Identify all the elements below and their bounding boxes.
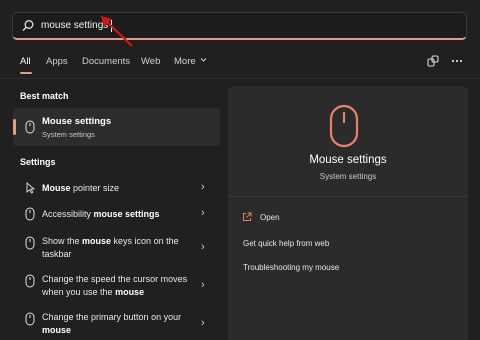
mouse-icon [329, 104, 359, 148]
tab-apps[interactable]: Apps [46, 56, 68, 67]
mouse-icon [25, 207, 35, 221]
result-text: Mouse pointer size [42, 183, 120, 193]
chevron-down-icon [200, 58, 207, 62]
result-text: Change the speed the cursor moves when y… [42, 274, 188, 297]
tab-all[interactable]: All [20, 56, 31, 67]
settings-result-item[interactable]: Mouse pointer size › [13, 180, 220, 198]
preview-subtitle: System settings [319, 172, 377, 181]
chevron-right-icon: › [201, 279, 205, 291]
tab-web[interactable]: Web [141, 56, 160, 67]
tabs-divider [0, 78, 480, 79]
search-box[interactable]: mouse settings [12, 12, 467, 40]
search-panel: mouse settings All Apps Documents Web Mo… [0, 0, 480, 340]
result-text: Show the mouse keys icon on the taskbar [42, 236, 179, 259]
chevron-right-icon: › [201, 241, 205, 253]
preview-divider [228, 196, 468, 197]
settings-result-item[interactable]: Change the speed the cursor moves when y… [13, 271, 220, 301]
section-settings: Settings [20, 157, 56, 167]
annotation-arrow-icon [101, 16, 133, 47]
chevron-right-icon: › [201, 207, 205, 219]
tab-documents[interactable]: Documents [82, 56, 130, 67]
chevron-right-icon: › [201, 181, 205, 193]
best-match-title: Mouse settings [42, 116, 112, 127]
section-best-match: Best match [20, 91, 69, 101]
tab-more-label: More [174, 56, 196, 67]
settings-result-item[interactable]: Accessibility mouse settings › [13, 206, 220, 224]
mouse-icon [25, 236, 35, 250]
mouse-icon [25, 274, 35, 288]
best-match-subtitle: System settings [42, 130, 95, 139]
chevron-right-icon: › [201, 317, 205, 329]
filter-tabs: All Apps Documents Web More [0, 50, 480, 74]
troubleshooting-link[interactable]: Troubleshooting my mouse [243, 263, 339, 272]
search-icon [22, 20, 34, 31]
more-icon[interactable] [450, 54, 464, 68]
mouse-icon [25, 312, 35, 326]
result-text: Change the primary button on your mouse [42, 312, 182, 335]
preview-pane: Mouse settings System settings Open Get … [228, 86, 468, 340]
mouse-icon [25, 120, 35, 134]
mouse-pointer-icon [26, 182, 35, 194]
best-match-item[interactable]: Mouse settings System settings [13, 108, 220, 146]
active-tab-indicator [20, 72, 32, 74]
open-link[interactable]: Open [260, 213, 280, 222]
open-external-icon [243, 212, 252, 221]
preview-title: Mouse settings [309, 154, 387, 166]
share-icon[interactable] [426, 54, 440, 68]
quick-help-link[interactable]: Get quick help from web [243, 239, 329, 248]
result-text: Accessibility mouse settings [42, 209, 160, 219]
settings-result-item[interactable]: Show the mouse keys icon on the taskbar … [13, 233, 220, 263]
settings-result-item[interactable]: Change the primary button on your mouse … [13, 309, 220, 339]
tab-more[interactable]: More [174, 56, 207, 67]
selection-accent [13, 119, 16, 135]
